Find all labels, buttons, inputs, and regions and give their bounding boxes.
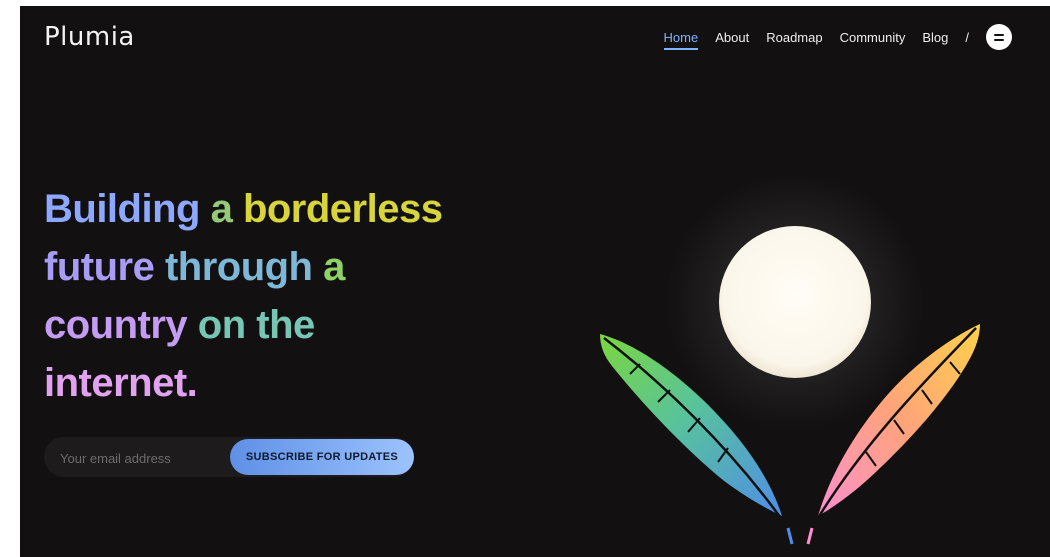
hero-headline: Building a borderless future through a c… [44, 180, 504, 412]
hero-word: Building [44, 187, 211, 231]
page-frame: Plumia Home About Roadmap Community Blog… [20, 6, 1050, 557]
nav-community-link[interactable]: Community [840, 30, 906, 45]
hamburger-menu-icon[interactable] [986, 24, 1012, 50]
nav-blog-link[interactable]: Blog [922, 30, 948, 45]
hero-word: on the [197, 303, 315, 347]
hero-word: internet. [44, 361, 198, 405]
nav-home-link[interactable]: Home [663, 30, 699, 50]
hero-word: borderless [242, 187, 443, 231]
hero-word: a [323, 245, 345, 289]
brand-logo[interactable]: Plumia [44, 22, 135, 52]
nav-separator: / [965, 29, 969, 45]
hero-word: a [210, 187, 243, 231]
top-nav: Home About Roadmap Community Blog / [663, 24, 1012, 50]
menu-line [994, 33, 1004, 36]
hero-word: country [44, 303, 198, 347]
subscribe-form: SUBSCRIBE FOR UPDATES [44, 437, 414, 479]
nav-about-link[interactable]: About [715, 30, 749, 45]
moon [719, 226, 871, 378]
subscribe-button[interactable]: SUBSCRIBE FOR UPDATES [230, 439, 414, 475]
moon-feathers-illustration [600, 176, 980, 545]
nav-roadmap-link[interactable]: Roadmap [766, 30, 822, 45]
menu-line [994, 38, 1004, 41]
email-input[interactable] [58, 437, 242, 479]
hero-word: future [44, 245, 165, 289]
hero-word: through [164, 245, 324, 289]
